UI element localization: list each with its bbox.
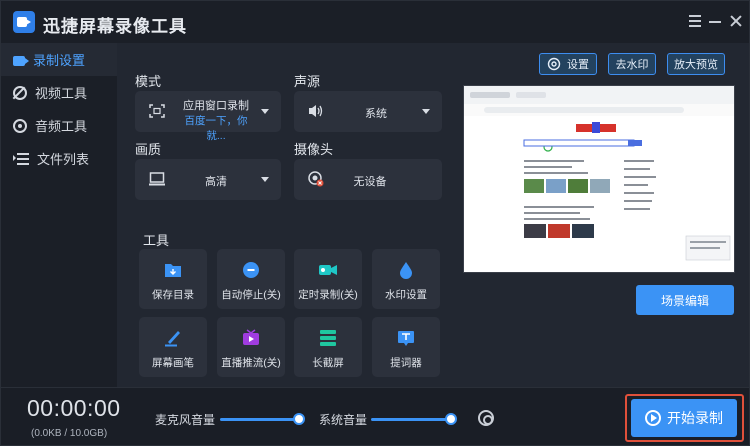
sidebar: 录制设置 视频工具 音频工具 文件列表 xyxy=(1,43,117,387)
bottom-bar: 00:00:00 (0.0KB / 10.0GB) 麦克风音量 系统音量 开始录… xyxy=(1,387,749,445)
prompter-icon xyxy=(398,331,414,346)
recording-preview xyxy=(463,85,735,273)
sidebar-item-label: 音频工具 xyxy=(35,119,88,134)
sidebar-item-record-settings[interactable]: 录制设置 xyxy=(1,43,117,76)
video-tool-icon xyxy=(13,85,27,100)
quality-value: 高清 xyxy=(205,176,227,188)
sidebar-item-label: 文件列表 xyxy=(37,152,90,167)
settings-button-label: 设置 xyxy=(567,59,589,71)
settings-button[interactable]: 设置 xyxy=(539,53,597,75)
watermark-drop-icon xyxy=(400,262,412,279)
quality-select[interactable]: 高清 xyxy=(135,159,281,200)
sidebar-item-file-list[interactable]: 文件列表 xyxy=(1,142,117,175)
start-record-button[interactable]: 开始录制 xyxy=(631,399,737,437)
system-volume-knob[interactable] xyxy=(445,413,457,425)
chevron-down-icon xyxy=(261,109,269,114)
screen-pen-button[interactable]: 屏幕画笔 xyxy=(139,317,207,377)
scene-edit-button[interactable]: 场景编辑 xyxy=(636,285,734,315)
system-volume-label: 系统音量 xyxy=(319,413,368,427)
menu-icon[interactable] xyxy=(687,13,703,29)
recording-timer: 00:00:00 xyxy=(27,395,121,421)
system-volume-slider[interactable] xyxy=(371,418,451,421)
remove-watermark-label: 去水印 xyxy=(615,59,649,71)
auto-stop-icon xyxy=(243,262,259,278)
live-stream-icon xyxy=(243,329,259,345)
live-stream-button[interactable]: 直播推流(关) xyxy=(217,317,285,377)
prompter-button[interactable]: 提词器 xyxy=(372,317,440,377)
timer-record-button[interactable]: 定时录制(关) xyxy=(294,249,362,309)
mode-label: 模式 xyxy=(135,74,162,89)
folder-icon xyxy=(165,264,181,277)
enlarge-preview-button[interactable]: 放大预览 xyxy=(667,53,725,75)
audio-tool-icon xyxy=(13,118,27,133)
start-record-label: 开始录制 xyxy=(667,410,723,426)
app-title: 迅捷屏幕录像工具 xyxy=(43,17,187,36)
mode-target-window: 百度一下，你就... xyxy=(184,115,248,142)
camera-value: 无设备 xyxy=(353,176,387,188)
auto-stop-button[interactable]: 自动停止(关) xyxy=(217,249,285,309)
file-list-icon xyxy=(13,152,29,166)
audio-source-label: 声源 xyxy=(294,74,321,89)
close-icon[interactable] xyxy=(728,13,744,29)
tool-label: 直播推流(关) xyxy=(221,357,281,369)
audio-source-select[interactable]: 系统 xyxy=(294,91,442,132)
mode-value: 应用窗口录制 xyxy=(183,100,249,112)
preview-thumbnail-image xyxy=(464,86,734,272)
tools-label: 工具 xyxy=(143,233,170,248)
minimize-icon[interactable] xyxy=(707,13,723,29)
window-capture-icon xyxy=(149,104,165,118)
mic-volume-knob[interactable] xyxy=(293,413,305,425)
sidebar-item-label: 视频工具 xyxy=(35,86,88,101)
pen-icon xyxy=(165,331,180,347)
tool-label: 自动停止(关) xyxy=(221,289,281,301)
mode-select[interactable]: 应用窗口录制 百度一下，你就... xyxy=(135,91,281,142)
camera-label: 摄像头 xyxy=(294,142,334,157)
long-screenshot-icon xyxy=(320,330,336,346)
enlarge-preview-label: 放大预览 xyxy=(674,59,718,71)
tool-label: 定时录制(关) xyxy=(298,289,358,301)
gear-icon xyxy=(547,57,561,71)
camera-icon xyxy=(13,55,29,66)
chevron-down-icon xyxy=(422,109,430,114)
monitor-icon xyxy=(149,172,165,186)
sidebar-item-label: 录制设置 xyxy=(33,53,86,68)
watermark-settings-button[interactable]: 水印设置 xyxy=(372,249,440,309)
long-screenshot-button[interactable]: 长截屏 xyxy=(294,317,362,377)
quality-label: 画质 xyxy=(135,142,162,157)
mic-volume-slider[interactable] xyxy=(220,418,300,421)
remove-watermark-button[interactable]: 去水印 xyxy=(608,53,656,75)
mic-volume-label: 麦克风音量 xyxy=(155,413,216,427)
app-logo-icon xyxy=(13,11,35,33)
sidebar-item-audio-tools[interactable]: 音频工具 xyxy=(1,109,117,142)
file-size-info: (0.0KB / 10.0GB) xyxy=(31,428,108,439)
chevron-down-icon xyxy=(261,177,269,182)
audio-source-value: 系统 xyxy=(365,108,387,120)
sidebar-item-video-tools[interactable]: 视频工具 xyxy=(1,76,117,109)
tool-label: 水印设置 xyxy=(385,289,427,301)
save-directory-button[interactable]: 保存目录 xyxy=(139,249,207,309)
play-circle-icon xyxy=(645,410,661,426)
title-bar: 迅捷屏幕录像工具 xyxy=(1,1,749,43)
tool-label: 长截屏 xyxy=(312,357,344,369)
camera-select[interactable]: 无设备 xyxy=(294,159,442,200)
timer-record-icon xyxy=(319,265,337,275)
app-window: 迅捷屏幕录像工具 录制设置 视频工具 音频工具 文件列表 模式 应用窗口录制 百… xyxy=(0,0,750,446)
tool-label: 保存目录 xyxy=(152,289,194,301)
audio-settings-gear-icon[interactable] xyxy=(478,410,494,426)
tool-label: 提词器 xyxy=(390,357,422,369)
speaker-icon xyxy=(309,105,323,117)
tool-label: 屏幕画笔 xyxy=(152,357,194,369)
